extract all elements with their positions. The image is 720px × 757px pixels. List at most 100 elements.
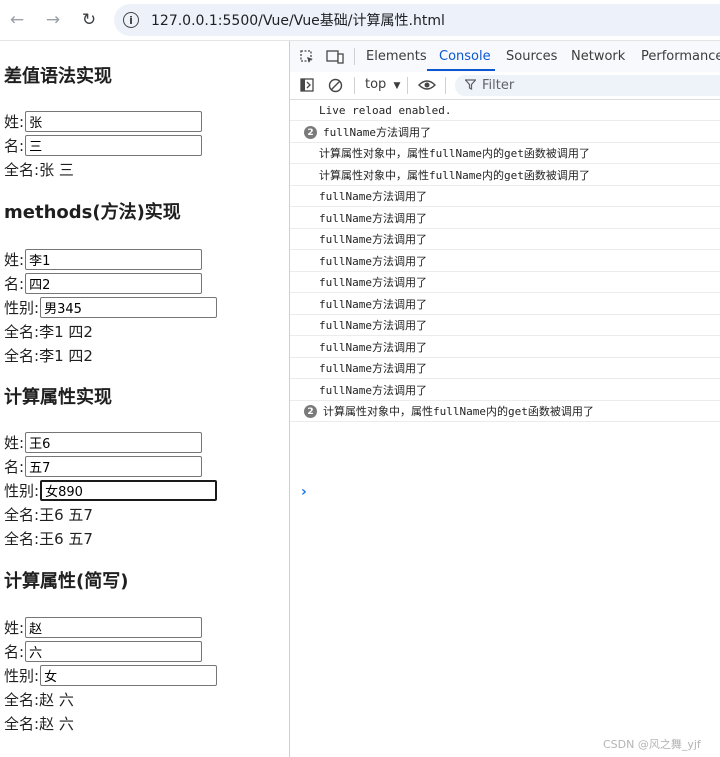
last-name-input[interactable] <box>25 248 203 270</box>
inspect-element-icon[interactable] <box>298 48 316 66</box>
console-log-entry: fullName方法调用了 <box>290 337 720 358</box>
first-name-row: 名: <box>4 134 203 156</box>
console-log-entry: Live reload enabled. <box>290 100 720 121</box>
divider <box>445 77 446 94</box>
last-name-label: 姓: <box>4 618 25 637</box>
console-log-entry: fullName方法调用了 <box>290 315 720 336</box>
last-name-row: 姓: <box>4 248 203 270</box>
divider <box>354 48 355 65</box>
log-message-text: fullName方法调用了 <box>319 362 427 375</box>
eye-icon[interactable] <box>418 76 436 94</box>
first-name-input[interactable] <box>25 640 203 662</box>
url-text[interactable]: 127.0.0.1:5500/Vue/Vue基础/计算属性.html <box>151 10 445 30</box>
console-log-entry: fullName方法调用了 <box>290 251 720 272</box>
console-log-entry: fullName方法调用了 <box>290 229 720 250</box>
full-name-label: 全名: <box>4 529 40 548</box>
full-name-value: 李1 四2 <box>39 346 93 365</box>
console-filterbar: top ▼ Filter <box>290 72 720 100</box>
gender-label: 性别: <box>4 298 40 317</box>
first-name-row: 名: <box>4 640 203 662</box>
full-name-row: 全名: 王6 五7 <box>4 527 93 549</box>
active-tab-indicator <box>427 69 495 71</box>
full-name-value: 赵 六 <box>39 690 74 709</box>
gender-input[interactable] <box>40 664 218 686</box>
console-log-entry: fullName方法调用了 <box>290 294 720 315</box>
console-log-entry: 2 fullName方法调用了 <box>290 122 720 143</box>
device-toolbar-icon[interactable] <box>326 48 344 66</box>
first-name-label: 名: <box>4 457 25 476</box>
browser-toolbar: ← → ↻ i 127.0.0.1:5500/Vue/Vue基础/计算属性.ht… <box>0 0 720 41</box>
full-name-value: 张 三 <box>39 160 74 179</box>
console-log-entry: 计算属性对象中，属性fullName内的get函数被调用了 <box>290 143 720 164</box>
tab-console[interactable]: Console <box>439 49 491 64</box>
last-name-input[interactable] <box>25 110 203 132</box>
log-message-text: fullName方法调用了 <box>319 276 427 289</box>
arrow-right-icon[interactable]: → <box>42 9 64 31</box>
full-name-row: 全名: 赵 六 <box>4 712 74 734</box>
full-name-label: 全名: <box>4 505 40 524</box>
clear-console-icon[interactable] <box>326 76 344 94</box>
gender-row: 性别: <box>4 296 218 318</box>
section-title: 计算属性(简写) <box>4 571 129 592</box>
full-name-label: 全名: <box>4 346 40 365</box>
log-message-text: fullName方法调用了 <box>319 233 427 246</box>
tab-elements[interactable]: Elements <box>366 49 427 64</box>
last-name-input[interactable] <box>25 616 203 638</box>
site-info-icon[interactable]: i <box>123 12 139 28</box>
last-name-label: 姓: <box>4 112 25 131</box>
last-name-row: 姓: <box>4 616 203 638</box>
context-select[interactable]: top ▼ <box>365 77 400 92</box>
log-message-text: 计算属性对象中，属性fullName内的get函数被调用了 <box>319 169 590 182</box>
console-log-entry: fullName方法调用了 <box>290 208 720 229</box>
console-prompt-icon[interactable]: › <box>301 484 307 500</box>
log-message-text: fullName方法调用了 <box>319 319 427 332</box>
last-name-input[interactable] <box>25 431 203 453</box>
gender-input[interactable] <box>40 296 218 318</box>
console-log-entry: fullName方法调用了 <box>290 186 720 207</box>
log-message-text: fullName方法调用了 <box>319 298 427 311</box>
full-name-value: 李1 四2 <box>39 322 93 341</box>
gender-input[interactable] <box>40 479 218 501</box>
tab-sources[interactable]: Sources <box>506 49 557 64</box>
arrow-left-icon[interactable]: ← <box>6 9 28 31</box>
repeat-count-badge: 2 <box>304 405 317 418</box>
repeat-count-badge: 2 <box>304 126 317 139</box>
first-name-input[interactable] <box>25 272 203 294</box>
sidebar-toggle-icon[interactable] <box>298 76 316 94</box>
filter-input[interactable]: Filter <box>455 75 720 96</box>
full-name-label: 全名: <box>4 322 40 341</box>
reload-icon[interactable]: ↻ <box>78 9 100 31</box>
tab-network[interactable]: Network <box>571 49 625 64</box>
page-content: 差值语法实现 姓: 名: 全名: 张 三 methods(方法)实现 姓: 名:… <box>0 41 289 757</box>
console-log-entry: 计算属性对象中，属性fullName内的get函数被调用了 <box>290 165 720 186</box>
watermark: CSDN @风之舞_yjf <box>603 738 701 751</box>
first-name-row: 名: <box>4 272 203 294</box>
log-message-text: fullName方法调用了 <box>319 190 427 203</box>
full-name-value: 王6 五7 <box>39 529 93 548</box>
divider <box>354 77 355 94</box>
last-name-row: 姓: <box>4 431 203 453</box>
log-message-text: 计算属性对象中，属性fullName内的get函数被调用了 <box>323 405 594 418</box>
console-log-entry: fullName方法调用了 <box>290 272 720 293</box>
full-name-label: 全名: <box>4 690 40 709</box>
full-name-label: 全名: <box>4 160 40 179</box>
address-bar[interactable]: i 127.0.0.1:5500/Vue/Vue基础/计算属性.html <box>114 4 720 36</box>
full-name-label: 全名: <box>4 714 40 733</box>
divider <box>407 77 408 94</box>
tab-performance[interactable]: Performance <box>641 49 720 64</box>
full-name-row: 全名: 张 三 <box>4 158 74 180</box>
log-message-text: fullName方法调用了 <box>319 255 427 268</box>
first-name-label: 名: <box>4 642 25 661</box>
last-name-row: 姓: <box>4 110 203 132</box>
full-name-value: 赵 六 <box>39 714 74 733</box>
console-log-entry: 2 计算属性对象中，属性fullName内的get函数被调用了 <box>290 401 720 422</box>
full-name-row: 全名: 赵 六 <box>4 688 74 710</box>
full-name-row: 全名: 李1 四2 <box>4 344 93 366</box>
log-message-text: fullName方法调用了 <box>319 384 427 397</box>
section-title: methods(方法)实现 <box>4 202 181 223</box>
first-name-row: 名: <box>4 455 203 477</box>
full-name-row: 全名: 王6 五7 <box>4 503 93 525</box>
log-message-text: fullName方法调用了 <box>323 126 431 139</box>
first-name-input[interactable] <box>25 134 203 156</box>
first-name-input[interactable] <box>25 455 203 477</box>
